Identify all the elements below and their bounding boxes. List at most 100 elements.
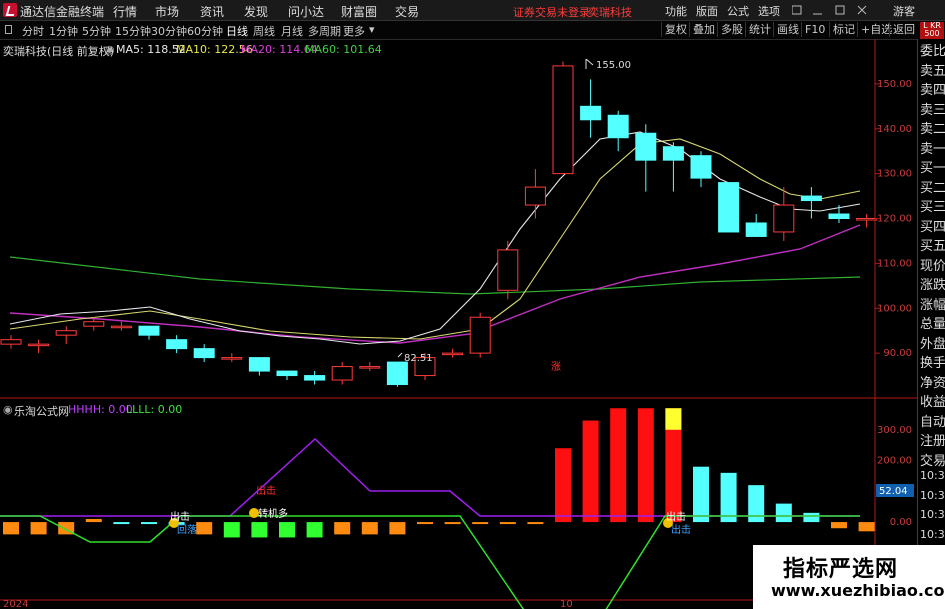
zhang-marker: 涨	[551, 361, 561, 373]
tool-huaxian[interactable]: 画线	[773, 22, 802, 37]
indicator-bar	[637, 408, 654, 523]
menu-item-caifuquan[interactable]: 财富圈	[341, 3, 377, 20]
date-label-mid: 10	[560, 599, 573, 609]
watermark: 指标严选网 www.xuezhibiao.com	[753, 545, 945, 609]
candle-body	[166, 339, 188, 350]
lkr-badge[interactable]: L KR 500	[920, 22, 944, 39]
period-30min[interactable]: 30分钟	[151, 23, 187, 39]
tool-f10[interactable]: F10	[801, 22, 828, 37]
low-price-label: 82.51	[404, 353, 433, 364]
watermark-url: www.xuezhibiao.com	[771, 581, 945, 600]
indicator-bar	[223, 522, 240, 538]
moving-average-lines	[9, 131, 861, 345]
indicator-bar	[85, 519, 102, 523]
indicator-bar	[334, 522, 351, 535]
menu-item-gongshi[interactable]: 公式	[727, 3, 749, 19]
indicator-bar	[113, 522, 130, 525]
sidebar-toggle-icon[interactable]	[5, 25, 13, 35]
broker-login-status[interactable]: 证券交易未登录	[513, 4, 590, 20]
candle-body	[138, 325, 160, 336]
app-title: 通达信金融终端	[20, 5, 105, 19]
indicator-bar	[527, 522, 544, 525]
tool-tongji[interactable]: 统计	[745, 22, 774, 37]
more-chevron-icon[interactable]: ▾	[369, 23, 375, 36]
quote-label-3: 卖三	[920, 102, 945, 118]
indicator-bar	[775, 503, 792, 523]
quote-label-0: 委比	[920, 44, 945, 59]
period-15min[interactable]: 15分钟	[115, 23, 151, 39]
period-weekly[interactable]: 周线	[253, 23, 275, 39]
indicator-bar	[555, 448, 571, 523]
quote-label-10: 买五	[920, 239, 945, 254]
quote-label-4: 卖二	[920, 122, 945, 137]
menu-item-faxian[interactable]: 发现	[244, 3, 268, 20]
tool-duogu[interactable]: 多股	[717, 22, 746, 37]
period-1min[interactable]: 1分钟	[49, 23, 78, 39]
menu-item-gongneng[interactable]: 功能	[665, 3, 687, 19]
menu-item-hangqing[interactable]: 行情	[113, 3, 137, 20]
candle-body	[718, 182, 740, 233]
quote-label-8: 买三	[920, 200, 945, 215]
candle-body	[552, 65, 574, 175]
llll-line	[0, 515, 860, 609]
indicator-tick-label: 300.00	[877, 425, 912, 436]
menu-item-wenxiaoda[interactable]: 问小达	[288, 3, 324, 20]
chuji-label-1: 出击	[170, 510, 190, 523]
quote-label-2: 卖四	[920, 83, 945, 98]
quote-label-14: 总量	[920, 317, 945, 332]
indicator-tick-label: 0.00	[890, 517, 912, 528]
period-multi[interactable]: 多周期	[308, 23, 341, 39]
tool-biaoji[interactable]: 标记	[829, 22, 858, 37]
indicator-bar	[279, 522, 295, 538]
quote-label-19: 自动	[920, 414, 945, 430]
notification-icon[interactable]	[792, 5, 802, 15]
quote-label-16: 换手	[920, 356, 945, 371]
candle-body	[690, 155, 712, 179]
indicator-bar	[141, 522, 157, 525]
period-5min[interactable]: 5分钟	[82, 23, 111, 39]
quote-side-panel: L KR 500 委比 卖五 卖四 卖三 卖二 卖一 买一 买二 买三 买四 买五 现价 涨跌 涨幅 总量 外盘…	[917, 22, 945, 609]
price-tick-label: 130.00	[877, 169, 912, 180]
indicator-bar	[30, 522, 47, 535]
menu-item-shichang[interactable]: 市场	[155, 3, 179, 20]
menu-item-xuanxiang[interactable]: 选项	[758, 3, 780, 19]
quote-label-18: 收益	[920, 395, 945, 410]
period-60min[interactable]: 60分钟	[187, 23, 223, 39]
indicator-bar	[3, 522, 19, 535]
indicator-bar	[858, 522, 875, 532]
quote-label-12: 涨跌	[920, 278, 945, 293]
candle-body	[828, 213, 850, 219]
candle-body	[221, 357, 243, 360]
indicator-bars	[3, 408, 875, 538]
window-maximize-icon[interactable]	[835, 5, 845, 15]
indicator-bar	[831, 522, 847, 529]
date-label-left: 2024	[3, 599, 28, 609]
quote-label-1: 卖五	[920, 63, 945, 79]
candle-body	[745, 222, 767, 237]
menu-item-jiaoyi[interactable]: 交易	[395, 3, 419, 20]
window-close-icon[interactable]	[857, 5, 867, 15]
price-tick-label: 100.00	[877, 303, 912, 314]
ma60-line	[9, 256, 861, 295]
chart-canvas[interactable]: 150.00140.00130.00120.00110.00100.0090.0…	[0, 39, 945, 609]
period-daily[interactable]: 日线	[226, 23, 248, 39]
tool-diejia[interactable]: 叠加	[689, 22, 718, 37]
ma10-line	[9, 138, 861, 340]
quote-label-15: 外盘	[920, 336, 945, 352]
indicator-bar-highlight	[665, 408, 682, 430]
guest-label[interactable]: 游客	[893, 3, 915, 19]
menu-item-banmian[interactable]: 版面	[696, 3, 718, 19]
period-more[interactable]: 更多	[343, 23, 365, 39]
price-tick-label: 140.00	[877, 124, 912, 135]
ma20-line	[9, 224, 861, 344]
quote-label-23: 10:34	[920, 488, 945, 502]
price-axis: 150.00 140.00 130.00 120.00 110.00 100.00 90.0…	[875, 79, 912, 359]
tool-back[interactable]: 返回	[889, 22, 918, 37]
high-price-label: 155.00	[596, 60, 631, 71]
tool-fuquan[interactable]: 复权	[661, 22, 690, 37]
period-fenshi[interactable]: 分时	[22, 23, 44, 39]
quote-label-5: 卖一	[920, 141, 945, 157]
menu-item-zixun[interactable]: 资讯	[200, 3, 224, 20]
candle-body	[497, 249, 519, 291]
period-monthly[interactable]: 月线	[281, 23, 303, 39]
